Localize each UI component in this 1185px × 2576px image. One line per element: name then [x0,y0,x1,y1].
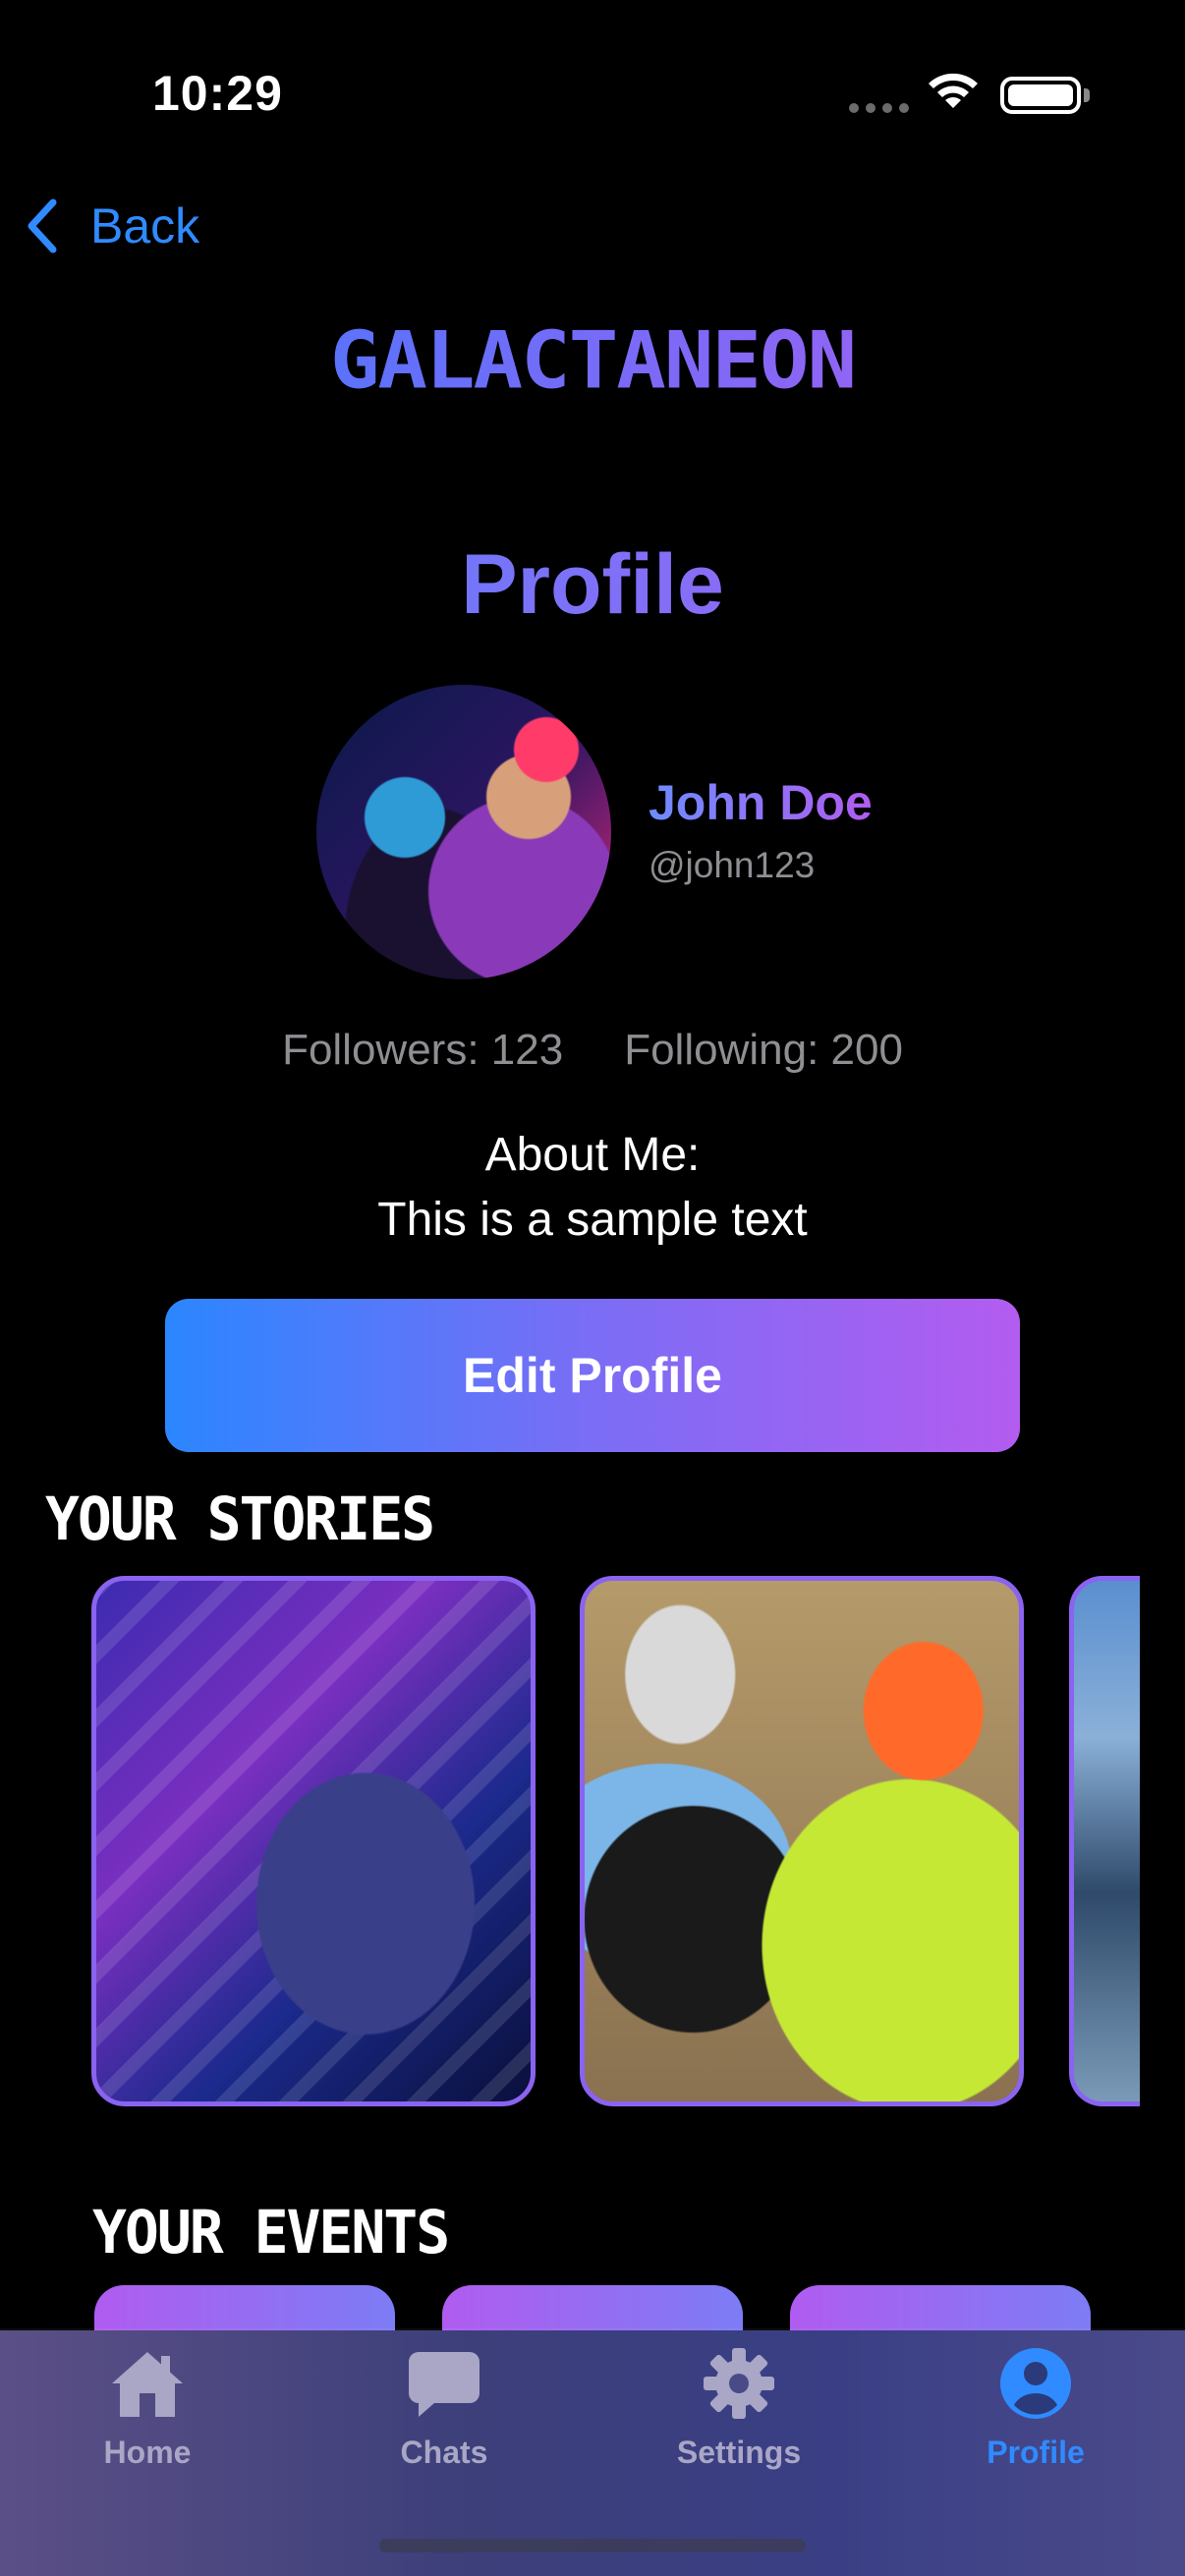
tab-label: Settings [676,2435,802,2470]
tab-label: Profile [987,2435,1085,2470]
about-me-text: This is a sample text [377,1194,808,1246]
person-circle-icon [1000,2348,1071,2419]
follow-stats: Followers: 123 Following: 200 [0,1026,1185,1075]
tab-profile[interactable]: Profile [937,2346,1134,2471]
avatar[interactable] [316,685,611,980]
tab-chats[interactable]: Chats [346,2346,542,2471]
story-card[interactable] [91,1576,536,2106]
edit-profile-button[interactable]: Edit Profile [165,1299,1020,1452]
battery-icon [1000,77,1081,114]
status-time: 10:29 [152,66,283,121]
following-count[interactable]: Following: 200 [624,1026,903,1075]
events-section-title: YOUR EVENTS [92,2197,450,2268]
tab-label: Chats [400,2435,488,2470]
wifi-icon [929,73,978,108]
story-card[interactable] [1069,1576,1140,2106]
story-card[interactable] [580,1576,1024,2106]
chat-bubble-icon [409,2352,480,2417]
brand-logo: GALACTANEON [0,314,1185,406]
user-handle: @john123 [649,845,816,885]
user-name: John Doe [649,775,873,830]
battery-cap [1084,88,1090,102]
back-label: Back [90,198,200,253]
house-icon [112,2352,183,2417]
tab-label: Home [103,2435,192,2470]
chevron-left-icon [28,198,57,253]
back-button[interactable]: Back [24,196,199,255]
cellular-signal-icon [849,103,909,113]
page-title: Profile [0,536,1185,634]
tab-settings[interactable]: Settings [641,2346,837,2471]
stories-section-title: YOUR STORIES [45,1484,435,1554]
tab-home[interactable]: Home [49,2346,246,2471]
gear-icon [704,2348,774,2419]
followers-count[interactable]: Followers: 123 [282,1026,563,1075]
home-indicator[interactable] [379,2539,806,2552]
profile-screen: 10:29 Back GALACTANEON Profile John Doe … [0,0,1185,2576]
about-me-label: About Me: [484,1129,701,1181]
